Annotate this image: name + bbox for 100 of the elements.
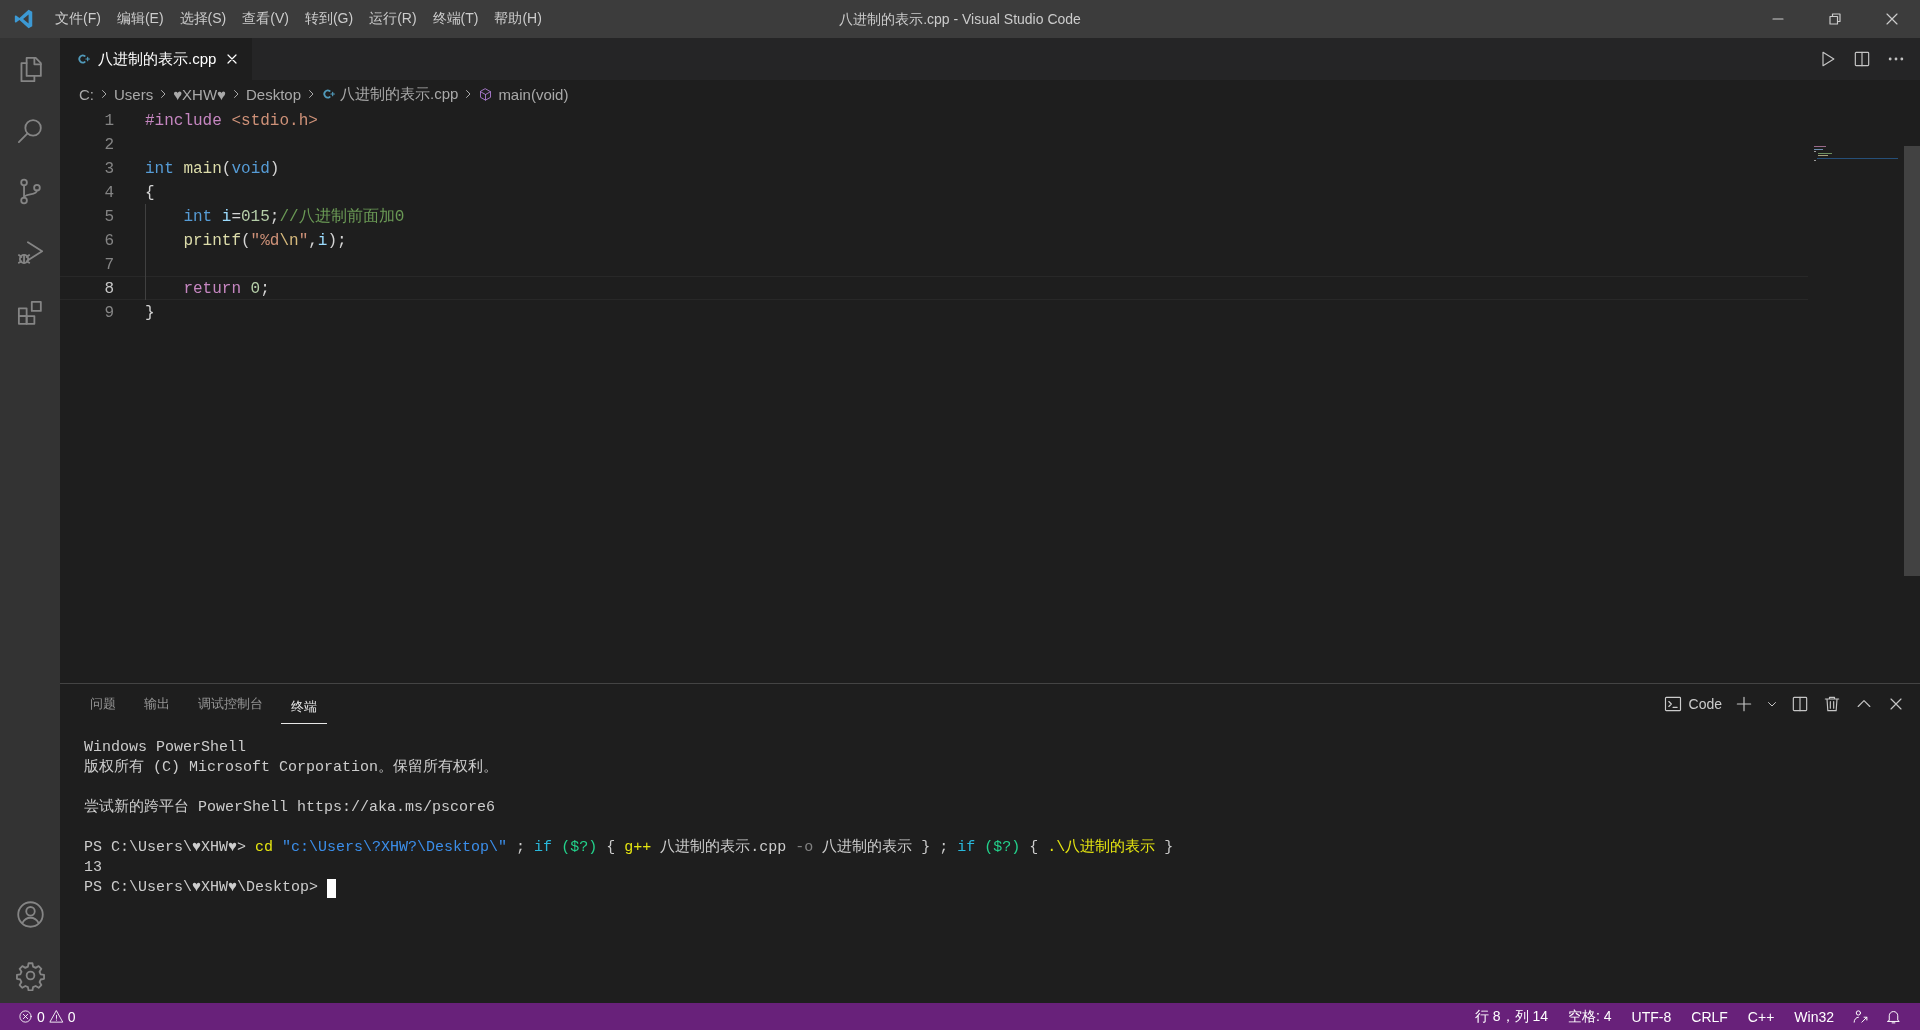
line-number: 1: [103, 111, 115, 131]
split-terminal-icon[interactable]: [1790, 694, 1810, 714]
split-editor-icon[interactable]: [1852, 49, 1872, 69]
terminal-text: Windows PowerShell: [84, 738, 247, 758]
terminal-text: ($?): [560, 838, 598, 858]
terminal-text: {: [605, 838, 617, 858]
code-token: int: [145, 159, 175, 179]
terminal-text: PS C:\Users\♥XHW♥\Desktop>: [84, 878, 320, 898]
code-token: return: [183, 279, 242, 299]
code-token: int: [183, 207, 214, 227]
menu-item[interactable]: 选择(S): [171, 10, 235, 28]
terminal-text: ;: [515, 838, 527, 858]
code-token: #include: [145, 111, 223, 131]
minimap-drawing[interactable]: [1814, 146, 1898, 162]
line-number: 3: [103, 159, 115, 179]
breadcrumb-item[interactable]: 八进制的表示.cpp: [340, 84, 459, 104]
settings-icon[interactable]: [14, 960, 46, 991]
status-item[interactable]: 行 8，列 14: [1464, 1007, 1559, 1026]
status-item[interactable]: UTF-8: [1621, 1008, 1682, 1025]
code-token: main: [183, 159, 222, 179]
code-token: (: [241, 231, 251, 251]
bell-icon[interactable]: [1885, 1008, 1902, 1025]
panel-tab[interactable]: 调试控制台: [188, 684, 273, 724]
status-item[interactable]: 空格: 4: [1558, 1007, 1622, 1026]
menu-item[interactable]: 文件(F): [47, 10, 109, 28]
line-number: 6: [103, 231, 115, 251]
terminal-profile-label[interactable]: Code: [1688, 696, 1722, 712]
code-token: =: [231, 207, 241, 227]
terminal-text: cd: [255, 838, 274, 858]
code-token: ": [298, 231, 309, 251]
status-item[interactable]: Win32: [1784, 1008, 1844, 1025]
status-item[interactable]: CRLF: [1681, 1008, 1738, 1025]
menu-item[interactable]: 运行(R): [361, 10, 425, 28]
error-icon[interactable]: [18, 1009, 33, 1024]
terminal-text: 尝试新的跨平台 PowerShell https://aka.ms/pscore6: [84, 798, 496, 818]
menu-item[interactable]: 编辑(E): [108, 10, 172, 28]
line-number: 9: [103, 303, 115, 323]
scrollbar[interactable]: [1904, 146, 1920, 576]
terminal-text: 八进制的表示.cpp: [659, 838, 788, 858]
breadcrumb-item[interactable]: Users: [114, 85, 154, 103]
warning-icon[interactable]: [48, 1009, 64, 1024]
terminal-text: if: [534, 838, 553, 858]
line-number: 8: [103, 279, 115, 299]
breadcrumb-item[interactable]: ♥XHW♥: [173, 85, 226, 103]
code-token: <stdio.h>: [231, 111, 318, 131]
window-title: 八进制的表示.cpp - Visual Studio Code: [839, 10, 1081, 29]
code-token: printf: [183, 231, 241, 251]
feedback-icon[interactable]: [1852, 1008, 1869, 1025]
line-number: 4: [103, 183, 115, 203]
code-token: ): [269, 159, 280, 179]
terminal-text: g++: [624, 838, 652, 858]
menu-item[interactable]: 终端(T): [424, 10, 487, 28]
breadcrumb-item[interactable]: C:: [79, 85, 94, 103]
trash-icon[interactable]: [1822, 694, 1842, 714]
status-item[interactable]: C++: [1737, 1008, 1785, 1025]
code-token: \n: [279, 231, 299, 251]
cpp-file-icon: [321, 87, 335, 101]
cube-icon: [478, 86, 494, 102]
terminal-text: ($?): [983, 838, 1021, 858]
code-token: {: [145, 183, 155, 203]
code-token: "%d: [250, 231, 280, 251]
breadcrumb-item[interactable]: Desktop: [246, 85, 301, 103]
terminal-text: }: [1163, 838, 1174, 858]
code-token: void: [231, 159, 270, 179]
menu-item[interactable]: 查看(V): [234, 10, 297, 28]
menu-item[interactable]: 帮助(H): [486, 10, 550, 28]
terminal-text: 13: [84, 858, 102, 878]
code-token: i: [317, 231, 328, 251]
terminal-text: 八进制的表示 } ;: [821, 838, 950, 858]
error-count[interactable]: 0: [37, 1008, 45, 1025]
panel-tab[interactable]: 问题: [80, 684, 126, 724]
code-token: ,: [308, 231, 318, 251]
app-logo-icon: [13, 8, 35, 30]
account-icon[interactable]: [14, 899, 46, 930]
cpp-file-icon: [76, 52, 90, 66]
code-token: ;: [269, 207, 280, 227]
line-number: 2: [103, 135, 115, 155]
terminal-text: PS C:\Users\♥XHW♥>: [84, 838, 248, 858]
terminal-icon[interactable]: [1662, 694, 1683, 714]
panel-tab[interactable]: 输出: [134, 684, 180, 724]
terminal-text: 版权所有 (C) Microsoft Corporation。保留所有权利。: [84, 758, 499, 778]
warning-count[interactable]: 0: [67, 1008, 76, 1025]
line-number: 7: [103, 255, 115, 275]
terminal-text: -o: [795, 838, 814, 858]
breadcrumb-item[interactable]: main(void): [498, 85, 569, 103]
editor-tab[interactable]: 八进制的表示.cpp: [60, 38, 253, 80]
terminal-text: {: [1028, 838, 1040, 858]
terminal-text: if: [957, 838, 976, 858]
line-number: 5: [103, 207, 115, 227]
code-token: (: [221, 159, 232, 179]
plus-icon[interactable]: [1734, 694, 1754, 714]
code-token: );: [327, 231, 347, 251]
terminal-text: "c:\Users\?XHW?\Desktop\": [281, 838, 508, 858]
code-token: }: [145, 303, 155, 323]
code-token: 0: [250, 279, 261, 299]
code-token: i: [221, 207, 232, 227]
menu-item[interactable]: 转到(G): [296, 10, 362, 28]
terminal-text: .\八进制的表示: [1047, 838, 1156, 858]
panel-tab[interactable]: 终端: [281, 698, 327, 724]
code-token: //八进制前面加0: [279, 207, 405, 227]
